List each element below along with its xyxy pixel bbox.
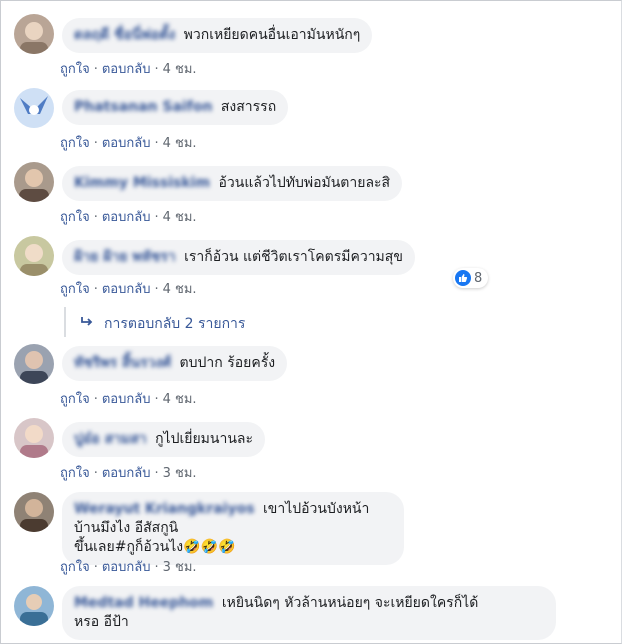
separator: ·	[154, 282, 159, 297]
separator: ·	[93, 392, 98, 407]
commenter-name[interactable]: Medtad Heephom	[74, 595, 213, 611]
timestamp[interactable]: 4 ชม.	[163, 210, 197, 225]
timestamp[interactable]: 4 ชม.	[163, 392, 197, 407]
reply-link[interactable]: ตอบกลับ	[102, 136, 151, 151]
separator: ·	[154, 466, 159, 481]
commenter-name[interactable]: ฝ้าย ฝ้าย พหัชรา	[74, 249, 176, 265]
comment-bubble: ดลฤดี ชื่อนี่พ่อตั้ง พวกเหยียดคนอื่นเอาม…	[62, 18, 373, 53]
timestamp[interactable]: 3 ชม.	[163, 466, 197, 481]
like-link[interactable]: ถูกใจ	[60, 560, 90, 575]
comment-text: พวกเหยียดคนอื่นเอามันหนักๆ	[183, 27, 361, 43]
comment-text: กูไปเยี่ยมนานละ	[155, 431, 254, 447]
comment-bubble: ปูอ๋อ สามสา กูไปเยี่ยมนานละ	[62, 422, 266, 457]
separator: ·	[154, 210, 159, 225]
reply-link[interactable]: ตอบกลับ	[102, 62, 151, 77]
comment-bubble: Werayut Kriangkraiyos เขาไปอ้วนบังหน้าบ้…	[62, 492, 404, 565]
separator: ·	[154, 62, 159, 77]
avatar[interactable]	[14, 162, 54, 202]
comment-text-line-2: หรอ อีป้า	[74, 614, 129, 630]
like-link[interactable]: ถูกใจ	[60, 136, 90, 151]
avatar[interactable]	[14, 236, 54, 276]
separator: ·	[154, 136, 159, 151]
comment-text: ตบปาก ร้อยครั้ง	[179, 355, 276, 371]
commenter-name[interactable]: Phatsanan Saifon	[74, 99, 212, 115]
avatar[interactable]	[14, 88, 54, 128]
view-replies-link[interactable]: การตอบกลับ 2 รายการ	[64, 307, 246, 337]
reply-arrow-icon	[80, 316, 94, 332]
comment-actions: ถูกใจ · ตอบกลับ · 3 ชม.	[60, 462, 197, 483]
reply-link[interactable]: ตอบกลับ	[102, 392, 151, 407]
replies-label: การตอบกลับ 2 รายการ	[104, 316, 246, 332]
separator: ·	[93, 560, 98, 575]
commenter-name[interactable]: ปูอ๋อ สามสา	[74, 431, 147, 447]
avatar[interactable]	[14, 344, 54, 384]
commenter-name[interactable]: ทัชริพร สิ้นรวงศ์	[74, 355, 171, 371]
avatar[interactable]	[14, 14, 54, 54]
comment-actions: ถูกใจ · ตอบกลับ · 4 ชม.	[60, 388, 197, 409]
comment-actions: ถูกใจ · ตอบกลับ · 3 ชม.	[60, 556, 197, 577]
reply-link[interactable]: ตอบกลับ	[102, 210, 151, 225]
laughing-emoji-icon: 🤣🤣🤣	[183, 539, 236, 555]
comment-actions: ถูกใจ · ตอบกลับ · 4 ชม.	[60, 206, 197, 227]
comment-text-line-2: ขึ้นเลย#กูก็อ้วนไง	[74, 539, 184, 555]
comment-text: เหยินนิดๆ หัวล้านหน่อยๆ จะเหยียดใครก็ได้	[221, 595, 479, 611]
comment-text: เราก็อ้วน แต่ชีวิตเราโคตรมีความสุข	[184, 249, 403, 265]
separator: ·	[154, 392, 159, 407]
comment-actions: ถูกใจ · ตอบกลับ · 4 ชม.	[60, 132, 197, 153]
comment-text: อ้วนแล้วไปทับพ่อมันตายละสิ	[218, 175, 391, 191]
like-link[interactable]: ถูกใจ	[60, 392, 90, 407]
avatar[interactable]	[14, 492, 54, 532]
separator: ·	[93, 210, 98, 225]
timestamp[interactable]: 4 ชม.	[163, 62, 197, 77]
like-link[interactable]: ถูกใจ	[60, 210, 90, 225]
separator: ·	[93, 136, 98, 151]
commenter-name[interactable]: ดลฤดี ชื่อนี่พ่อตั้ง	[74, 27, 175, 43]
timestamp[interactable]: 4 ชม.	[163, 282, 197, 297]
comment-bubble: Kimmy Missiskim อ้วนแล้วไปทับพ่อมันตายละ…	[62, 166, 403, 201]
avatar[interactable]	[14, 418, 54, 458]
reply-link[interactable]: ตอบกลับ	[102, 560, 151, 575]
reply-link[interactable]: ตอบกลับ	[102, 466, 151, 481]
reaction-count: 8	[474, 270, 483, 286]
separator: ·	[154, 560, 159, 575]
comment-bubble: Phatsanan Saifon สงสารรถ	[62, 90, 289, 125]
like-icon	[455, 270, 471, 286]
commenter-name[interactable]: Kimmy Missiskim	[74, 175, 210, 191]
like-link[interactable]: ถูกใจ	[60, 466, 90, 481]
reply-link[interactable]: ตอบกลับ	[102, 282, 151, 297]
comment-bubble: Medtad Heephom เหยินนิดๆ หัวล้านหน่อยๆ จ…	[62, 586, 556, 640]
like-link[interactable]: ถูกใจ	[60, 282, 90, 297]
separator: ·	[93, 466, 98, 481]
timestamp[interactable]: 4 ชม.	[163, 136, 197, 151]
avatar[interactable]	[14, 586, 54, 626]
comment-text: สงสารรถ	[220, 99, 277, 115]
comment-bubble: ฝ้าย ฝ้าย พหัชรา เราก็อ้วน แต่ชีวิตเราโค…	[62, 240, 415, 275]
comment-bubble: ทัชริพร สิ้นรวงศ์ ตบปาก ร้อยครั้ง	[62, 346, 288, 381]
reaction-count-badge[interactable]: 8	[453, 268, 489, 288]
comment-actions: ถูกใจ · ตอบกลับ · 4 ชม.	[60, 58, 197, 79]
thread-line	[64, 307, 66, 337]
commenter-name[interactable]: Werayut Kriangkraiyos	[74, 501, 255, 517]
timestamp[interactable]: 3 ชม.	[163, 560, 197, 575]
separator: ·	[93, 62, 98, 77]
comment-actions: ถูกใจ · ตอบกลับ · 4 ชม.	[60, 278, 197, 299]
separator: ·	[93, 282, 98, 297]
like-link[interactable]: ถูกใจ	[60, 62, 90, 77]
